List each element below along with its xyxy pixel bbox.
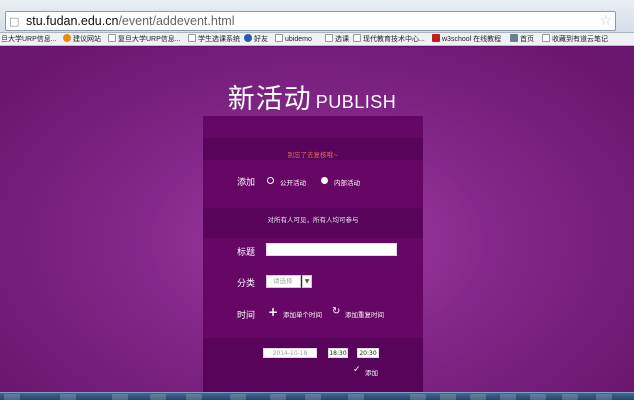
- radio-internal[interactable]: [321, 177, 328, 184]
- bookmark-item[interactable]: 学生选课系统: [188, 34, 240, 45]
- bookmark-favicon-icon: [63, 34, 71, 42]
- option-public-label[interactable]: 公开活动: [280, 177, 306, 187]
- option-internal-label[interactable]: 内部活动: [334, 177, 360, 187]
- taskbar-item[interactable]: [4, 394, 20, 400]
- bookmark-item[interactable]: 旦大学URP信息...: [1, 34, 57, 45]
- bookmark-item[interactable]: 现代教育技术中心...: [353, 34, 425, 45]
- bookmark-item[interactable]: w3school 在线教程: [432, 34, 501, 45]
- url-field[interactable]: □ stu.fudan.edu.cn/event/addevent.html ☆: [5, 11, 616, 31]
- home-icon: [510, 34, 518, 42]
- category-select[interactable]: 请选择: [266, 275, 301, 288]
- page-title-en: PUBLISH: [315, 92, 397, 112]
- start-time-input[interactable]: 18:30: [328, 348, 348, 358]
- page-icon: □: [9, 15, 20, 28]
- panel-header-band: [203, 116, 423, 138]
- radio-public[interactable]: [267, 177, 274, 184]
- taskbar-item[interactable]: [305, 394, 321, 400]
- page-icon: [275, 34, 283, 42]
- plus-icon[interactable]: +: [268, 306, 278, 318]
- taskbar-item[interactable]: [60, 394, 76, 400]
- friend-favicon-icon: [244, 34, 252, 42]
- add-repeat-time-button[interactable]: 添加重复时间: [345, 309, 384, 319]
- page-icon: [542, 34, 550, 42]
- add-single-time-button[interactable]: 添加单个时间: [283, 309, 322, 319]
- bookmark-item[interactable]: ubidemo: [275, 34, 312, 45]
- page-icon: [353, 34, 361, 42]
- review-warning: 别忘了去复核哦~: [287, 151, 339, 159]
- page-title: 新活动 PUBLISH: [0, 77, 624, 116]
- page-icon: [188, 34, 196, 42]
- date-input[interactable]: 2014-10-18: [263, 348, 317, 358]
- taskbar-item[interactable]: [112, 394, 128, 400]
- taskbar-item[interactable]: [186, 394, 202, 400]
- page-icon: [108, 34, 116, 42]
- bookmark-star-icon[interactable]: ☆: [599, 13, 612, 29]
- taskbar-item[interactable]: [470, 394, 486, 400]
- visibility-note: 对所有人可见，所有人均可参与: [267, 216, 359, 224]
- taskbar-item[interactable]: [562, 394, 578, 400]
- bookmarks-bar: 旦大学URP信息... 建议网站 复旦大学URP信息... 学生选课系统 好友 …: [0, 33, 634, 46]
- taskbar-item[interactable]: [530, 394, 546, 400]
- title-input[interactable]: [266, 243, 397, 256]
- bookmark-item[interactable]: 收藏到有道云笔记: [542, 34, 608, 45]
- taskbar-item[interactable]: [410, 394, 426, 400]
- taskbar-item[interactable]: [230, 394, 246, 400]
- bookmark-item[interactable]: 建议网站: [63, 34, 101, 45]
- add-label: 添加: [237, 178, 256, 188]
- page-icon: [325, 34, 333, 42]
- confirm-add-button[interactable]: 添加: [365, 367, 378, 377]
- page-title-cn: 新活动: [227, 84, 312, 115]
- taskbar-item[interactable]: [500, 394, 516, 400]
- taskbar-item[interactable]: [440, 394, 456, 400]
- browser-address-bar: □ stu.fudan.edu.cn/event/addevent.html ☆: [0, 0, 634, 33]
- bookmark-item[interactable]: 选课: [325, 34, 349, 45]
- title-label: 标题: [237, 248, 256, 258]
- category-label: 分类: [237, 279, 256, 289]
- taskbar: [0, 392, 634, 400]
- taskbar-item[interactable]: [596, 394, 612, 400]
- time-label: 时间: [237, 311, 256, 321]
- taskbar-item[interactable]: [270, 394, 286, 400]
- url-text: stu.fudan.edu.cn/event/addevent.html: [26, 14, 235, 28]
- w3school-favicon-icon: [432, 34, 440, 42]
- check-icon[interactable]: ✓: [353, 365, 361, 375]
- taskbar-item[interactable]: [348, 394, 364, 400]
- bookmark-item[interactable]: 好友: [244, 34, 268, 45]
- chevron-down-icon[interactable]: ▼: [302, 275, 312, 288]
- bookmark-item[interactable]: 复旦大学URP信息...: [108, 34, 181, 45]
- bookmark-item[interactable]: 首页: [510, 34, 534, 45]
- end-time-input[interactable]: 20:30: [357, 348, 379, 358]
- refresh-icon[interactable]: ↻: [332, 307, 340, 317]
- taskbar-item[interactable]: [150, 394, 166, 400]
